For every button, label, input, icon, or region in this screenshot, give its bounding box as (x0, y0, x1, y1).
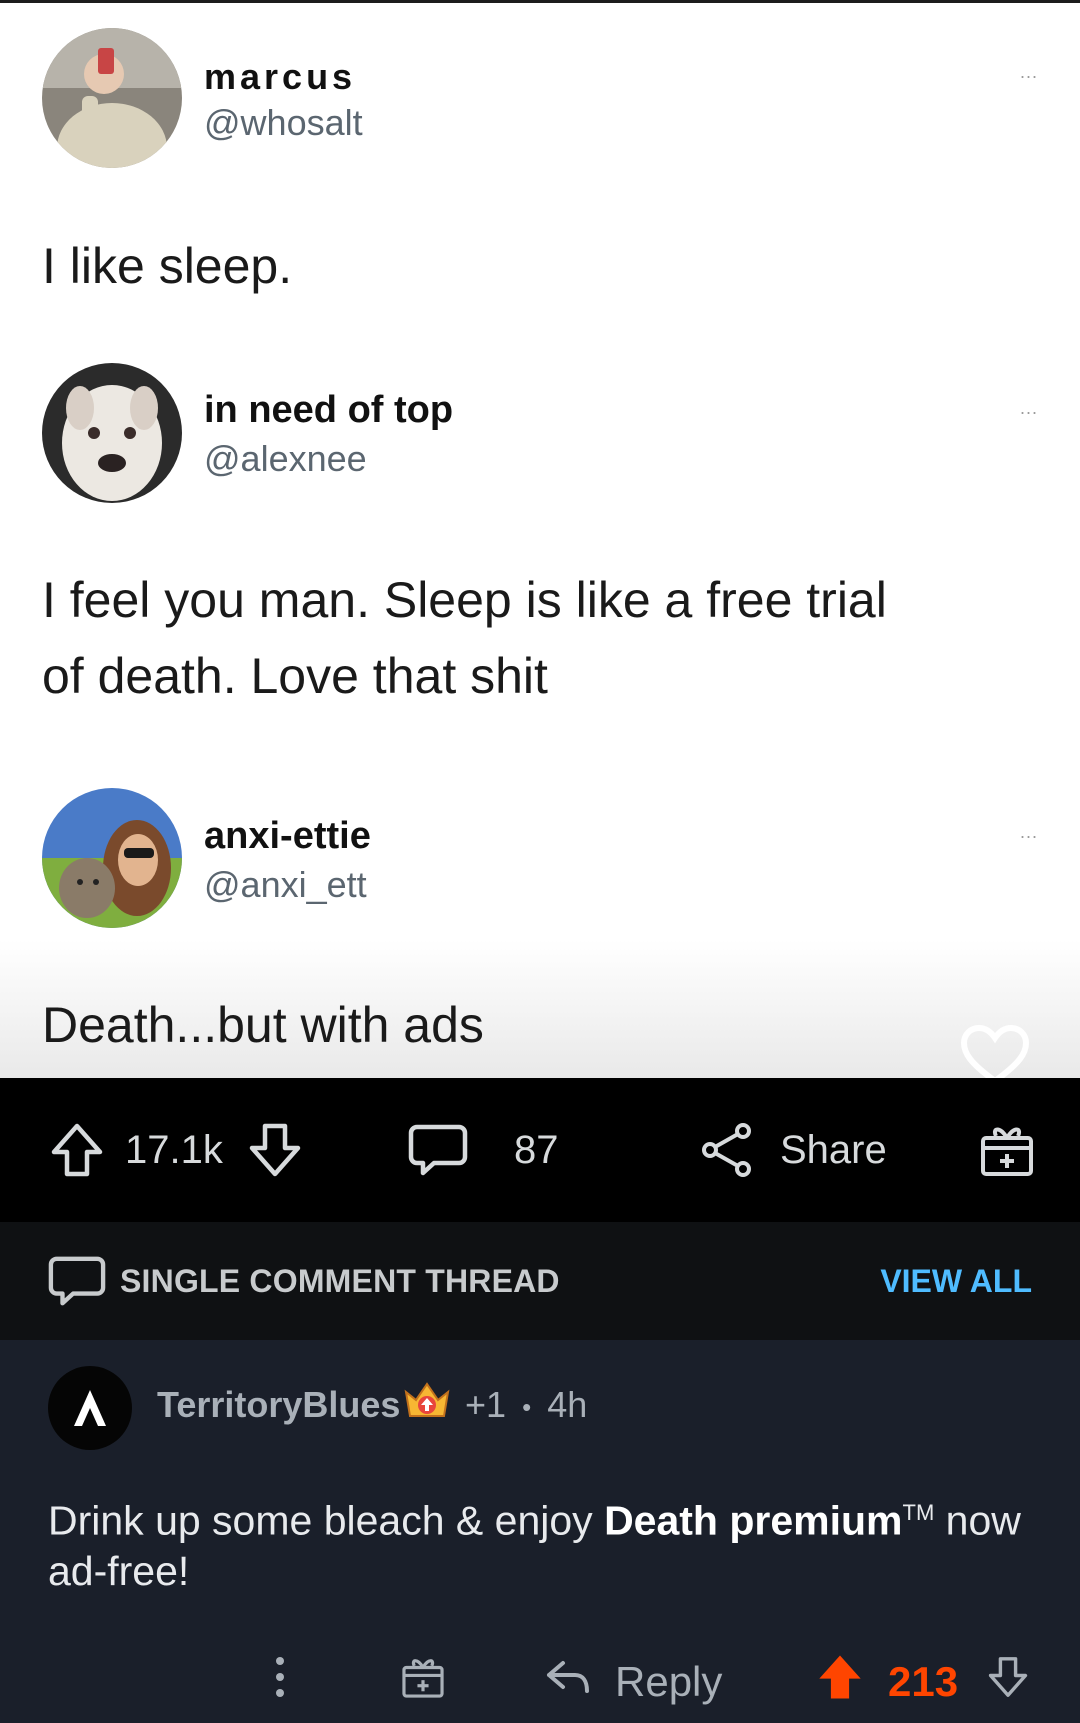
avatar (42, 28, 182, 168)
display-name: anxi-ettie (204, 815, 371, 857)
award-icon (400, 1653, 446, 1711)
comment-body: Drink up some bleach & enjoy Death premi… (48, 1488, 1038, 1596)
heart-icon (960, 1024, 1030, 1078)
tweet-text: I like sleep. (42, 238, 293, 294)
more-dots-icon[interactable]: ... (1020, 822, 1038, 843)
comment-score: 213 (888, 1657, 959, 1705)
comment-upvote-button[interactable] (816, 1640, 864, 1723)
comment-meta: +1 • 4h (465, 1384, 587, 1426)
view-all-link[interactable]: VIEW ALL (880, 1222, 1032, 1340)
award-button[interactable] (978, 1078, 1036, 1222)
display-name: marcus (204, 56, 357, 97)
comment-count: 87 (514, 1127, 559, 1172)
comment-body-start: Drink up some bleach & enjoy (48, 1497, 605, 1544)
award-icon (978, 1120, 1036, 1180)
comment-icon (48, 1253, 106, 1314)
comment: TerritoryBlues +1 • 4h Drink up some ble… (0, 1340, 1080, 1723)
comment-username[interactable]: TerritoryBlues (157, 1384, 400, 1426)
avatar[interactable] (48, 1366, 132, 1450)
comment-award-button[interactable] (400, 1640, 446, 1723)
tweet-text-line-1: I feel you man. Sleep is like a free tri… (42, 572, 887, 628)
handle: @whosalt (204, 102, 363, 143)
downvote-button[interactable] (246, 1078, 304, 1222)
upvote-icon (48, 1120, 106, 1180)
share-label[interactable]: Share (780, 1078, 887, 1222)
post-image[interactable]: marcus @whosalt ... I like sleep. in nee… (0, 0, 1080, 1078)
handle: @anxi_ett (204, 864, 367, 905)
comment-downvote-button[interactable] (986, 1640, 1030, 1723)
post-action-bar: 17.1k 87 Share (0, 1078, 1080, 1222)
reply-icon (545, 1657, 591, 1707)
image-top-edge (0, 0, 1080, 3)
award-count: +1 (465, 1384, 507, 1425)
avatar (42, 363, 182, 503)
more-dots-icon[interactable]: ... (1020, 62, 1038, 83)
upvote-icon (816, 1652, 864, 1712)
vote-count: 17.1k (125, 1127, 223, 1172)
tweet-text: Death...but with ads (42, 997, 484, 1053)
downvote-icon (986, 1653, 1030, 1711)
trademark: TM (902, 1500, 935, 1525)
comment-actions: Reply 213 (0, 1640, 1080, 1723)
overflow-menu-button[interactable] (270, 1640, 290, 1723)
display-name: in need of top (204, 389, 454, 431)
reply-button[interactable]: Reply (545, 1640, 722, 1723)
more-dots-icon[interactable]: ... (1020, 398, 1038, 419)
comment-icon (408, 1122, 468, 1178)
thread-label: SINGLE COMMENT THREAD (120, 1263, 560, 1299)
downvote-icon (246, 1120, 304, 1180)
comments-button[interactable] (408, 1078, 468, 1222)
handle: @alexnee (204, 438, 367, 479)
share-button[interactable] (698, 1078, 756, 1222)
share-icon (698, 1120, 756, 1180)
upvote-button[interactable] (48, 1078, 106, 1222)
thread-header: SINGLE COMMENT THREAD VIEW ALL (0, 1222, 1080, 1340)
avatar (42, 788, 182, 928)
separator: • (522, 1391, 532, 1422)
reply-label: Reply (615, 1657, 723, 1705)
comment-age: 4h (547, 1384, 588, 1425)
award-icon (402, 1378, 452, 1429)
tweet-text-line-2: of death. Love that shit (42, 648, 548, 704)
overflow-icon (270, 1653, 290, 1711)
comment-body-bold: Death premium (604, 1497, 903, 1544)
